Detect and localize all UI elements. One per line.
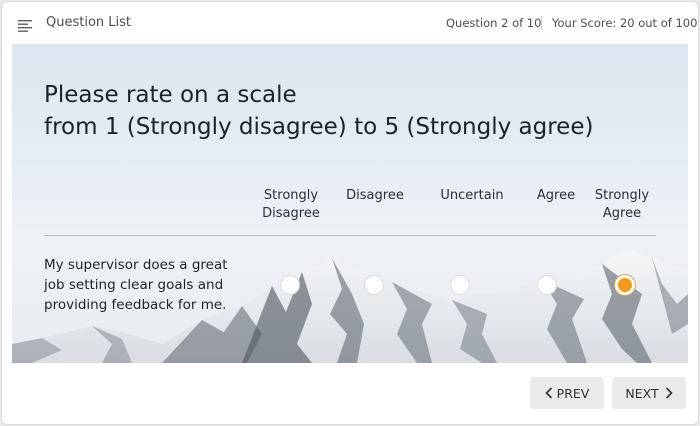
- prev-label: PREV: [556, 385, 590, 401]
- radio-agree[interactable]: [537, 275, 557, 295]
- top-bar: Question List Question 2 of 10 Your Scor…: [2, 2, 698, 44]
- scale-label-disagree: Disagree: [330, 187, 420, 205]
- scale-label-line: Disagree: [262, 206, 320, 221]
- quiz-window: Question List Question 2 of 10 Your Scor…: [1, 1, 699, 425]
- question-panel: Please rate on a scale from 1 (Strongly …: [12, 44, 688, 363]
- radio-uncertain[interactable]: [450, 275, 470, 295]
- next-label: NEXT: [625, 385, 659, 401]
- prompt-line-1: Please rate on a scale: [44, 82, 297, 108]
- next-button[interactable]: NEXT: [612, 377, 686, 409]
- score-label: Your Score: 20 out of 100: [552, 16, 698, 30]
- scale-label-line: Uncertain: [440, 188, 504, 203]
- radio-strongly-agree[interactable]: [615, 275, 635, 295]
- question-counter: Question 2 of 10: [446, 16, 542, 30]
- prev-button[interactable]: PREV: [530, 377, 604, 409]
- chevron-left-icon: [545, 387, 552, 399]
- scale-label-strongly-agree: Strongly Agree: [577, 187, 667, 223]
- scale-label-line: Strongly: [594, 188, 650, 203]
- statement-text: My supervisor does a great job setting c…: [44, 257, 228, 313]
- scale-label-line: Strongly: [263, 188, 319, 203]
- chevron-right-icon: [665, 387, 673, 399]
- question-prompt: Please rate on a scale from 1 (Strongly …: [44, 79, 593, 143]
- scale-label-strongly-disagree: Strongly Disagree: [246, 187, 336, 223]
- scale-label-line: Agree: [602, 206, 642, 221]
- hamburger-list-icon[interactable]: [18, 17, 34, 32]
- question-list-link[interactable]: Question List: [46, 15, 131, 30]
- radio-disagree[interactable]: [364, 275, 384, 295]
- scale-label-line: Disagree: [346, 188, 404, 203]
- scale-divider: [44, 235, 656, 236]
- prompt-line-2: from 1 (Strongly disagree) to 5 (Strongl…: [44, 114, 594, 140]
- scale-label-uncertain: Uncertain: [427, 187, 517, 205]
- radio-strongly-disagree[interactable]: [280, 275, 300, 295]
- divider: [541, 16, 542, 30]
